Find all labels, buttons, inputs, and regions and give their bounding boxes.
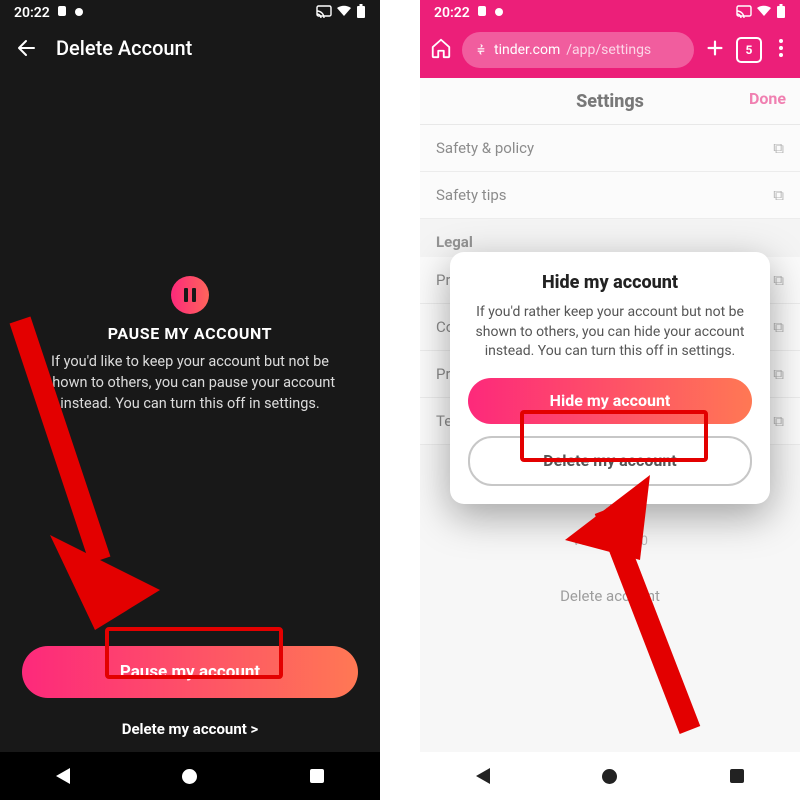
battery-icon	[356, 4, 366, 23]
status-bar-left: 20:22	[0, 0, 380, 26]
browser-home-icon[interactable]	[430, 37, 452, 63]
nav-back-icon[interactable]	[476, 768, 490, 784]
cast-icon	[316, 5, 332, 22]
url-bar[interactable]: tinder.com/app/settings	[462, 32, 694, 68]
new-tab-icon[interactable]	[704, 37, 726, 63]
status-bar-right: 20:22	[420, 0, 800, 26]
header-title: Delete Account	[56, 36, 192, 60]
nav-back-icon[interactable]	[56, 768, 70, 784]
pause-section: PAUSE MY ACCOUNT If you'd like to keep y…	[0, 66, 380, 414]
android-nav-bar	[420, 752, 800, 800]
delete-button-label: Delete my account	[543, 451, 676, 470]
cast-icon	[736, 5, 752, 22]
external-link-icon: ⧉	[773, 412, 784, 430]
back-arrow-icon[interactable]	[14, 36, 38, 60]
wifi-icon	[756, 5, 772, 21]
status-time: 20:22	[14, 5, 50, 21]
notification-dot-icon	[74, 5, 84, 21]
pause-description: If you'd like to keep your account but n…	[36, 351, 344, 414]
tab-count[interactable]: 5	[736, 37, 762, 63]
external-link-icon: ⧉	[773, 271, 784, 289]
settings-title: Settings	[576, 91, 644, 112]
tinder-flame-icon	[600, 502, 620, 528]
external-link-icon: ⧉	[773, 186, 784, 204]
notification-dot-icon	[494, 5, 504, 21]
left-phone: 20:22	[0, 0, 380, 800]
pause-icon	[171, 276, 209, 314]
hide-my-account-button[interactable]: Hide my account	[468, 378, 752, 424]
status-time: 20:22	[434, 5, 470, 21]
modal-body: If you'd rather keep your account but no…	[468, 303, 752, 362]
site-settings-icon	[474, 43, 488, 57]
browser-toolbar: tinder.com/app/settings 5	[420, 26, 800, 78]
pause-title: PAUSE MY ACCOUNT	[108, 324, 272, 343]
external-link-icon: ⧉	[773, 365, 784, 383]
version-label: Version 5.9.0	[420, 534, 800, 549]
delete-my-account-link[interactable]: Delete my account >	[122, 720, 259, 738]
row-safety-policy[interactable]: Safety & policy⧉	[420, 125, 800, 172]
delete-my-account-button[interactable]: Delete my account	[468, 436, 752, 486]
url-host: tinder.com	[494, 42, 560, 58]
row-safety-tips[interactable]: Safety tips⧉	[420, 172, 800, 219]
battery-icon	[776, 4, 786, 23]
notification-icon	[56, 4, 68, 22]
hide-account-modal: Hide my account If you'd rather keep you…	[450, 252, 770, 504]
delete-account-row[interactable]: Delete account	[420, 567, 800, 625]
wifi-icon	[336, 5, 352, 21]
external-link-icon: ⧉	[773, 318, 784, 336]
modal-title: Hide my account	[468, 272, 752, 293]
android-nav-bar	[0, 752, 380, 800]
done-button[interactable]: Done	[749, 89, 786, 108]
url-path: /app/settings	[566, 42, 651, 58]
header: Delete Account	[0, 26, 380, 66]
right-phone: 20:22	[420, 0, 800, 800]
nav-recent-icon[interactable]	[310, 769, 324, 783]
nav-home-icon[interactable]	[602, 769, 617, 784]
notification-icon	[476, 4, 488, 22]
pause-button-label: Pause my account	[120, 662, 260, 682]
nav-recent-icon[interactable]	[730, 769, 744, 783]
external-link-icon: ⧉	[773, 139, 784, 157]
browser-menu-icon[interactable]	[772, 37, 790, 63]
hide-button-label: Hide my account	[550, 391, 671, 410]
pause-my-account-button[interactable]: Pause my account	[22, 646, 358, 698]
nav-home-icon[interactable]	[182, 769, 197, 784]
